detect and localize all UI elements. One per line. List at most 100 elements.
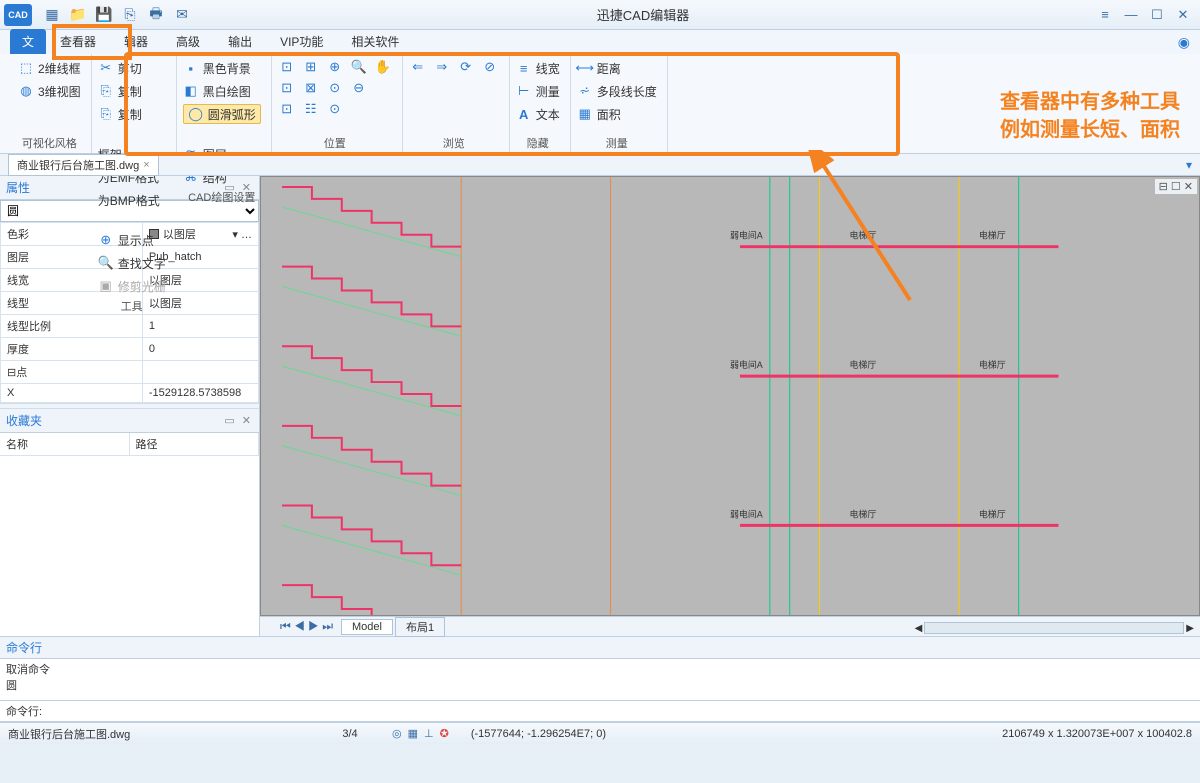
group-label-tools: 工具 <box>98 298 166 314</box>
pos-icon-1[interactable]: ⊡ <box>278 58 296 76</box>
status-page: 3/4 <box>320 728 380 740</box>
ribbon-group-hide: ≡线宽 ⊢测量 A文本 隐藏 <box>510 54 571 153</box>
svg-text:弱电间A: 弱电间A <box>730 359 763 370</box>
favorites-panel: 名称 路径 <box>0 433 259 636</box>
svg-text:电梯厅: 电梯厅 <box>849 508 876 519</box>
favorites-title: 收藏夹 ▭ ✕ <box>0 409 259 433</box>
btn-black-bg[interactable]: ▪黑色背景 <box>183 58 261 78</box>
prop-row: X-1529128.5738598 <box>1 384 259 403</box>
group-label-pos: 位置 <box>278 135 392 151</box>
status-icon-2[interactable]: ▦ <box>408 727 418 740</box>
btn-2d-wireframe[interactable]: ⬚2维线框 <box>18 58 81 78</box>
btn-polyline-len[interactable]: ⩫多段线长度 <box>577 81 657 101</box>
btn-find-text[interactable]: 🔍查找文字 <box>98 253 166 273</box>
drawing-canvas[interactable]: ⊟ ☐ ✕ <box>260 176 1200 616</box>
prop-row: 厚度0 <box>1 338 259 361</box>
tab-output[interactable]: 输出 <box>214 29 266 54</box>
canvas-wrap: ⊟ ☐ ✕ <box>260 176 1200 636</box>
canvas-window-buttons[interactable]: ⊟ ☐ ✕ <box>1155 179 1197 194</box>
command-input[interactable] <box>48 705 1194 717</box>
btn-show-point[interactable]: ⊕显示点 <box>98 230 166 250</box>
horizontal-scrollbar[interactable]: ◀▶ <box>915 622 1194 634</box>
btn-text-hide[interactable]: A文本 <box>516 104 560 124</box>
btn-smooth-arc[interactable]: ◯圆滑弧形 <box>183 104 261 124</box>
btn-measure-hide[interactable]: ⊢测量 <box>516 81 560 101</box>
pos-zoom-out-icon[interactable]: ⊖ <box>350 79 368 97</box>
pos-icon-8[interactable]: ⊙ <box>326 79 344 97</box>
svg-text:电梯厅: 电梯厅 <box>979 508 1006 519</box>
pos-icon-11[interactable]: ☷ <box>302 100 320 118</box>
minimize-icon[interactable]: — <box>1122 6 1140 24</box>
btn-copy2[interactable]: ⎘复制 <box>98 104 166 124</box>
svg-text:弱电间A: 弱电间A <box>730 230 763 241</box>
pos-pan-icon[interactable]: ✋ <box>374 58 392 76</box>
browse-back-icon[interactable]: ⇐ <box>409 58 427 76</box>
maximize-icon[interactable]: ☐ <box>1148 6 1166 24</box>
status-icon-3[interactable]: ⊥ <box>424 727 434 740</box>
canvas-tabs: ⏮ ◀ ▶ ⏭ Model 布局1 ◀▶ <box>260 616 1200 636</box>
btn-distance[interactable]: ⟷距离 <box>577 58 657 78</box>
fav-panel-buttons[interactable]: ▭ ✕ <box>224 414 253 427</box>
pos-icon-10[interactable]: ⊡ <box>278 100 296 118</box>
save-icon[interactable]: 💾 <box>96 7 112 23</box>
btn-lineweight[interactable]: ≡线宽 <box>516 58 560 78</box>
status-coords: (-1577644; -1.296254E7; 0) <box>471 728 606 740</box>
quick-access-toolbar: ▦ 📁 💾 ⎘ 🖶 ✉ <box>44 7 190 23</box>
open-icon[interactable]: 📁 <box>70 7 86 23</box>
fav-col-path[interactable]: 路径 <box>130 433 260 455</box>
btn-cut[interactable]: ✂剪切 <box>98 58 166 78</box>
main-area: 属性 ▭ ✕ 圆 色彩以图层▾ … 图层Pub_hatch 线宽以图层 线型以图… <box>0 176 1200 636</box>
ribbon-group-pos: ⊡ ⊞ ⊕ 🔍 ✋ ⊡ ⊠ ⊙ ⊖ ⊡ ☷ ⊙ 位置 <box>272 54 403 153</box>
tab-viewer[interactable]: 查看器 <box>46 29 110 54</box>
close-icon[interactable]: ✕ <box>1174 6 1192 24</box>
command-output: 取消命令 圆 <box>0 659 1200 701</box>
tab-related[interactable]: 相关软件 <box>337 29 413 54</box>
ribbon-group-cad: ▪黑色背景 ◧黑白绘图 ◯圆滑弧形 ≋图层 ⌘结构 CAD绘图设置 <box>177 54 272 153</box>
pos-icon-6[interactable]: ⊡ <box>278 79 296 97</box>
canvas-tab-layout1[interactable]: 布局1 <box>395 617 445 637</box>
pos-icon-2[interactable]: ⊞ <box>302 58 320 76</box>
ribbon-group-tools: ✂剪切 ⎘复制 ⎘复制 框架 为EMF格式 为BMP格式 ⊕显示点 🔍查找文字 … <box>92 54 177 153</box>
collapse-icon[interactable]: ≡ <box>1096 6 1114 24</box>
status-bar: 商业银行后台施工图.dwg 3/4 ◎ ▦ ⊥ ✪ (-1577644; -1.… <box>0 722 1200 744</box>
pos-icon-7[interactable]: ⊠ <box>302 79 320 97</box>
browse-refresh-icon[interactable]: ⟳ <box>457 58 475 76</box>
tab-editor[interactable]: 辑器 <box>110 29 162 54</box>
group-label-browse: 浏览 <box>409 135 499 151</box>
canvas-tab-model[interactable]: Model <box>341 619 393 635</box>
doc-tab-dropdown-icon[interactable]: ▾ <box>1186 158 1192 172</box>
status-icon-4[interactable]: ✪ <box>440 727 449 740</box>
tab-nav-icons[interactable]: ⏮ ◀ ▶ ⏭ <box>280 619 333 634</box>
document-tab[interactable]: 商业银行后台施工图.dwg × <box>8 154 159 176</box>
browse-fwd-icon[interactable]: ⇒ <box>433 58 451 76</box>
btn-3d-view[interactable]: ◍3维视图 <box>18 81 81 101</box>
svg-text:电梯厅: 电梯厅 <box>849 359 876 370</box>
status-icon-1[interactable]: ◎ <box>392 727 402 740</box>
pos-icon-12[interactable]: ⊙ <box>326 100 344 118</box>
fav-col-name[interactable]: 名称 <box>0 433 130 455</box>
btn-bmp[interactable]: 为BMP格式 <box>98 190 166 210</box>
file-menu[interactable]: 文 <box>10 29 46 54</box>
pos-zoom-icon[interactable]: 🔍 <box>350 58 368 76</box>
tab-vip[interactable]: VIP功能 <box>266 29 337 54</box>
pos-zoom-in-icon[interactable]: ⊕ <box>326 58 344 76</box>
group-label-measure: 测量 <box>577 135 657 151</box>
prop-row: ⊟点 <box>1 361 259 384</box>
doc-tab-close-icon[interactable]: × <box>143 159 149 171</box>
command-label: 命令行: <box>6 703 42 719</box>
btn-copy[interactable]: ⎘复制 <box>98 81 166 101</box>
new-icon[interactable]: ▦ <box>44 7 60 23</box>
svg-text:电梯厅: 电梯厅 <box>849 230 876 241</box>
svg-text:电梯厅: 电梯厅 <box>979 359 1006 370</box>
print-icon[interactable]: 🖶 <box>148 7 164 23</box>
tab-advanced[interactable]: 高级 <box>162 29 214 54</box>
prop-row: 线型比例1 <box>1 315 259 338</box>
browse-stop-icon[interactable]: ⊘ <box>481 58 499 76</box>
status-icons: ◎ ▦ ⊥ ✪ <box>392 727 449 740</box>
btn-bw-draw[interactable]: ◧黑白绘图 <box>183 81 261 101</box>
btn-area[interactable]: ▦面积 <box>577 104 657 124</box>
ribbon-group-measure: ⟷距离 ⩫多段线长度 ▦面积 测量 <box>571 54 668 153</box>
export-icon[interactable]: ⎘ <box>122 7 138 23</box>
email-icon[interactable]: ✉ <box>174 7 190 23</box>
help-icon[interactable]: ◉ <box>1178 34 1190 51</box>
